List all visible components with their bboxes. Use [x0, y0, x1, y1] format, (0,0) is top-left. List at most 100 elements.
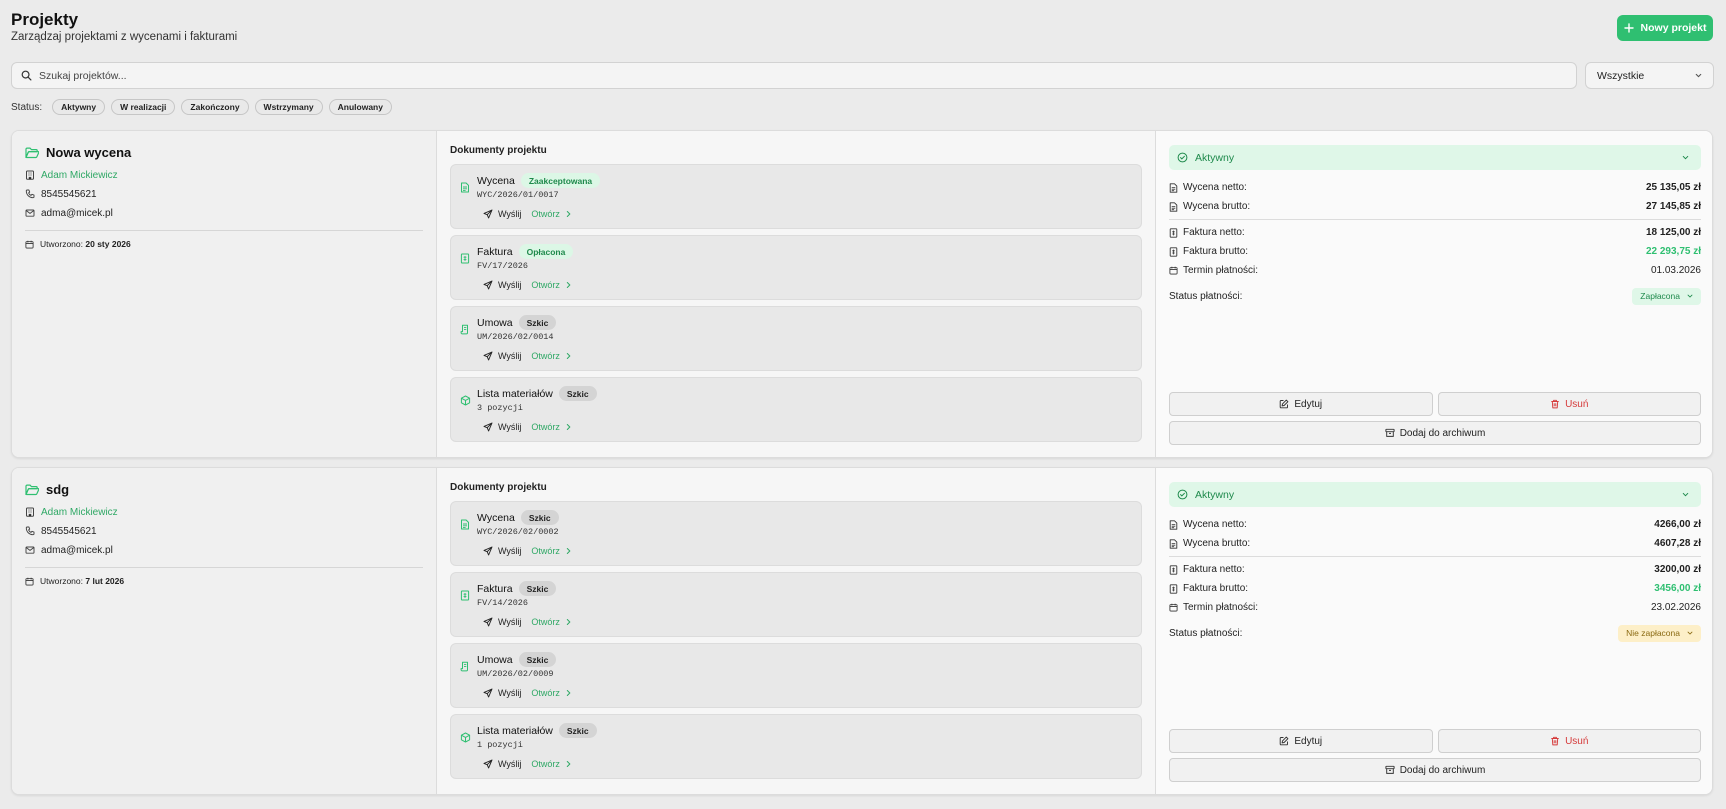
- open-link[interactable]: Otwórz: [531, 546, 572, 556]
- open-label: Otwórz: [531, 280, 560, 290]
- due-date-row: Termin płatności: 23.02.2026: [1169, 601, 1701, 614]
- send-icon: [483, 280, 493, 290]
- open-link[interactable]: Otwórz: [531, 422, 572, 432]
- status-filter-label: Status:: [11, 101, 43, 113]
- quote-net-row: Wycena netto: 25 135,05 zł: [1169, 181, 1701, 194]
- document-item-3[interactable]: Umowa Szkic UM/2026/02/0009 Wyślij Otwór…: [450, 643, 1142, 708]
- open-label: Otwórz: [531, 617, 560, 627]
- send-button[interactable]: Wyślij: [483, 688, 521, 698]
- send-button[interactable]: Wyślij: [483, 351, 521, 361]
- delete-button[interactable]: Usuń: [1437, 392, 1701, 416]
- client-phone: 8545545621: [41, 525, 97, 537]
- open-link[interactable]: Otwórz: [531, 280, 572, 290]
- send-button[interactable]: Wyślij: [483, 617, 521, 627]
- trash-icon: [1550, 736, 1560, 746]
- document-item-2[interactable]: Faktura Szkic FV/14/2026 Wyślij Otwórz: [450, 572, 1142, 637]
- search-icon: [21, 70, 32, 81]
- invoice-gross-label: Faktura brutto:: [1183, 583, 1249, 594]
- project-status-select[interactable]: Aktywny: [1169, 482, 1701, 507]
- document-item-2[interactable]: Faktura Opłacona FV/17/2026 Wyślij Otwór…: [450, 235, 1142, 300]
- open-link[interactable]: Otwórz: [531, 351, 572, 361]
- send-icon: [483, 759, 493, 769]
- document-number: 1 pozycji: [477, 740, 523, 750]
- document-item-3[interactable]: Umowa Szkic UM/2026/02/0014 Wyślij Otwór…: [450, 306, 1142, 371]
- send-label: Wyślij: [498, 617, 522, 627]
- document-list: Wycena Zaakceptowana WYC/2026/01/0017 Wy…: [450, 164, 1142, 442]
- project-title[interactable]: sdg: [46, 482, 69, 497]
- open-link[interactable]: Otwórz: [531, 759, 572, 769]
- document-icon: [1169, 201, 1178, 212]
- document-item-4[interactable]: Lista materiałów Szkic 3 pozycji Wyślij …: [450, 377, 1142, 442]
- payment-status-label: Status płatności:: [1169, 627, 1243, 639]
- send-label: Wyślij: [498, 422, 522, 432]
- document-item-4[interactable]: Lista materiałów Szkic 1 pozycji Wyślij …: [450, 714, 1142, 779]
- project-card-2: sdg Adam Mickiewicz 8545545621 adma@mice…: [11, 467, 1713, 795]
- payment-status-select[interactable]: Zapłacona: [1632, 287, 1701, 305]
- documents-title: Dokumenty projektu: [450, 482, 547, 493]
- quote-gross-value: 4607,28 zł: [1654, 538, 1701, 549]
- open-label: Otwórz: [531, 546, 560, 556]
- chevron-right-icon: [565, 618, 572, 626]
- client-phone: 8545545621: [41, 188, 97, 200]
- receipt-icon: [460, 590, 470, 601]
- client-email: adma@micek.pl: [41, 544, 113, 556]
- status-chip-aktywny[interactable]: Aktywny: [52, 99, 106, 115]
- invoice-gross-value: 22 293,75 zł: [1645, 246, 1701, 257]
- status-chip-anulowany[interactable]: Anulowany: [328, 99, 392, 115]
- send-label: Wyślij: [498, 351, 522, 361]
- delete-button[interactable]: Usuń: [1437, 729, 1701, 753]
- open-link[interactable]: Otwórz: [531, 617, 572, 627]
- archive-button[interactable]: Dodaj do archiwum: [1169, 421, 1701, 445]
- edit-button[interactable]: Edytuj: [1169, 729, 1433, 753]
- document-name: Lista materiałów: [477, 387, 553, 400]
- new-project-button[interactable]: Nowy projekt: [1617, 15, 1713, 41]
- document-list: Wycena Szkic WYC/2026/02/0002 Wyślij Otw…: [450, 501, 1142, 779]
- document-number: FV/14/2026: [477, 598, 529, 608]
- archive-button[interactable]: Dodaj do archiwum: [1169, 758, 1701, 782]
- edit-button[interactable]: Edytuj: [1169, 392, 1433, 416]
- document-item-1[interactable]: Wycena Zaakceptowana WYC/2026/01/0017 Wy…: [450, 164, 1142, 229]
- send-button[interactable]: Wyślij: [483, 280, 521, 290]
- edit-label: Edytuj: [1294, 398, 1323, 410]
- folder-open-icon: [25, 147, 39, 159]
- created-label: Utworzono:: [40, 239, 83, 249]
- open-link[interactable]: Otwórz: [531, 688, 572, 698]
- archive-icon: [1385, 765, 1395, 775]
- invoice-net-row: Faktura netto: 18 125,00 zł: [1169, 226, 1701, 239]
- search-input[interactable]: Szukaj projektów...: [11, 62, 1577, 89]
- send-button[interactable]: Wyślij: [483, 422, 521, 432]
- divider: [25, 567, 423, 568]
- status-filter-select[interactable]: Wszystkie: [1585, 62, 1714, 89]
- due-date-label: Termin płatności:: [1183, 602, 1259, 613]
- invoice-net-label: Faktura netto:: [1183, 227, 1245, 238]
- send-label: Wyślij: [498, 280, 522, 290]
- quote-gross-value: 27 145,85 zł: [1645, 201, 1701, 212]
- document-item-1[interactable]: Wycena Szkic WYC/2026/02/0002 Wyślij Otw…: [450, 501, 1142, 566]
- created-label: Utworzono:: [40, 576, 83, 586]
- calendar-icon: [25, 577, 34, 586]
- status-chip-w-realizacji[interactable]: W realizacji: [111, 99, 176, 115]
- chevron-down-icon: [1681, 490, 1690, 499]
- project-status-select[interactable]: Aktywny: [1169, 145, 1701, 170]
- document-number: 3 pozycji: [477, 403, 523, 413]
- payment-status-value: Zapłacona: [1640, 291, 1680, 301]
- send-button[interactable]: Wyślij: [483, 759, 521, 769]
- send-icon: [483, 617, 493, 627]
- send-button[interactable]: Wyślij: [483, 546, 521, 556]
- client-name-link[interactable]: Adam Mickiewicz: [41, 170, 118, 181]
- status-chip-zakonczony[interactable]: Zakończony: [181, 99, 249, 115]
- send-button[interactable]: Wyślij: [483, 209, 521, 219]
- status-chip-wstrzymany[interactable]: Wstrzymany: [254, 99, 323, 115]
- project-title[interactable]: Nowa wycena: [46, 145, 131, 160]
- document-number: UM/2026/02/0009: [477, 669, 554, 679]
- chevron-down-icon: [1686, 629, 1694, 637]
- document-icon: [1169, 538, 1178, 549]
- document-number: UM/2026/02/0014: [477, 332, 554, 342]
- open-link[interactable]: Otwórz: [531, 209, 572, 219]
- chevron-right-icon: [565, 281, 572, 289]
- receipt-icon: [1169, 227, 1178, 238]
- payment-status-select[interactable]: Nie zapłacona: [1618, 624, 1701, 642]
- page-header: Projekty Zarządzaj projektami z wycenami…: [11, 10, 1715, 46]
- calendar-icon: [1169, 266, 1178, 275]
- client-name-link[interactable]: Adam Mickiewicz: [41, 507, 118, 518]
